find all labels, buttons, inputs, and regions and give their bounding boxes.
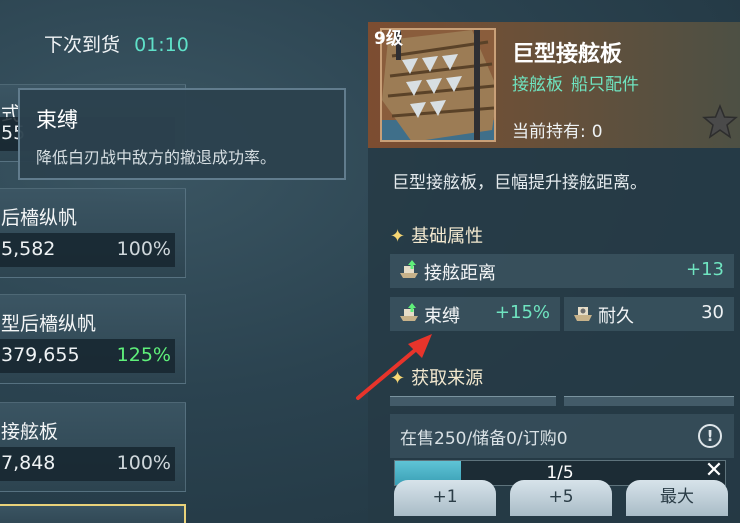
ship-upgrade-icon (400, 260, 418, 278)
list-item-price: 379,655 (1, 344, 80, 366)
list-item-name: 接舷板 (1, 421, 59, 443)
list-item-name: 后檣纵帆 (1, 207, 78, 229)
restock-label: 下次到货 (44, 34, 121, 56)
list-item[interactable]: 后檣纵帆 5,582 100% (0, 188, 186, 278)
attribute-row: 接舷距离 +13 (390, 254, 734, 288)
list-item[interactable]: 型后檣纵帆 379,655 125% (0, 294, 186, 384)
sparkle-icon: ✦ (390, 226, 406, 247)
annotation-arrow-icon (356, 334, 432, 400)
add-one-button[interactable]: +1 (394, 480, 496, 516)
list-item-price-bar: 5,582 100% (0, 233, 175, 267)
holding-label: 当前持有: (512, 122, 586, 142)
attribute-label: 接舷距离 (424, 263, 496, 284)
info-icon[interactable]: ! (698, 424, 722, 448)
holding-value: 0 (591, 122, 603, 142)
attribute-value: +15% (494, 302, 550, 323)
item-header: 9级 巨型接舷板 接舷板 船只配件 当前持有: 0 (368, 22, 740, 148)
list-item-price-bar: 7,848 100% (0, 447, 175, 481)
attribute-label: 耐久 (598, 306, 634, 327)
list-item-price: 5,582 (1, 238, 56, 260)
item-description: 巨型接舷板，巨幅提升接舷距离。 (392, 173, 647, 193)
section-base-attributes: ✦ 基础属性 (390, 222, 483, 248)
list-item-name: 型后檣纵帆 (1, 313, 97, 335)
item-detail-panel: 9级 巨型接舷板 接舷板 船只配件 当前持有: 0 巨型接舷板，巨幅提升接舷距离。 … (368, 22, 740, 523)
item-tags: 接舷板 船只配件 (512, 70, 639, 95)
list-item-percent: 100% (116, 238, 171, 260)
holding-count: 当前持有: 0 (512, 117, 603, 142)
attribute-value: 30 (701, 302, 724, 323)
favorite-star-icon[interactable] (700, 102, 740, 142)
attribute-value: +13 (686, 259, 724, 280)
section-title: 基础属性 (411, 226, 484, 247)
item-level: 9级 (374, 29, 403, 49)
attribute-tooltip: 束缚 降低白刃战中敌方的撤退成功率。 (18, 88, 346, 180)
item-tag: 船只配件 (571, 75, 639, 95)
list-item-price-bar: 379,655 125% (0, 339, 175, 373)
list-item-selected[interactable] (0, 504, 186, 523)
add-five-button[interactable]: +5 (510, 480, 612, 516)
tooltip-description: 降低白刃战中敌方的撤退成功率。 (36, 148, 277, 167)
restock-timer: 下次到货 01:10 (44, 30, 189, 57)
restock-time: 01:10 (134, 34, 189, 56)
list-item-percent: 100% (116, 452, 171, 474)
item-tag: 接舷板 (512, 75, 563, 95)
attribute-row: 耐久 30 (564, 297, 734, 331)
stock-text: 在售250/储备0/订购0 (400, 429, 568, 449)
list-item[interactable]: 接舷板 7,848 100% (0, 402, 186, 492)
list-item-percent: 125% (116, 344, 171, 366)
ship-durability-icon (574, 307, 592, 321)
source-tab[interactable] (564, 396, 734, 406)
max-button[interactable]: 最大 (626, 480, 728, 516)
item-name: 巨型接舷板 (512, 42, 623, 67)
list-item-price: 7,848 (1, 452, 56, 474)
tooltip-title: 束缚 (36, 108, 78, 132)
stock-info: 在售250/储备0/订购0 ! (390, 414, 734, 458)
